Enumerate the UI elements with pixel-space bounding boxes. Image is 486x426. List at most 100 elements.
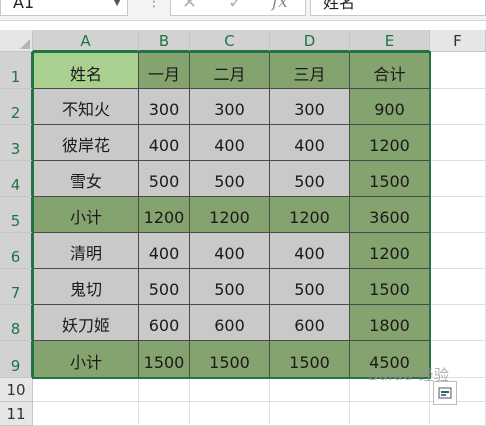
table-cell[interactable]: 小计 — [33, 341, 139, 378]
table-cell[interactable]: 500 — [190, 269, 270, 305]
row-number: 6 — [10, 248, 21, 266]
empty-cell[interactable] — [430, 305, 486, 341]
quick-analysis-icon — [438, 387, 452, 399]
formula-input[interactable]: 姓名 — [310, 0, 486, 16]
column-title-cell[interactable]: 合计 — [350, 52, 430, 89]
empty-cell[interactable] — [350, 402, 430, 426]
table-cell[interactable]: 500 — [270, 161, 350, 197]
empty-cell[interactable] — [430, 89, 486, 125]
table-cell[interactable]: 1800 — [350, 305, 430, 341]
table-cell[interactable]: 400 — [190, 125, 270, 161]
column-header-d[interactable]: D — [270, 30, 350, 52]
insert-function-button[interactable]: fx — [272, 0, 288, 12]
row-header-6[interactable]: 6 — [0, 233, 33, 269]
empty-cell[interactable] — [270, 378, 350, 402]
watermark: Baidu 经验 — [368, 366, 450, 384]
row-number: 8 — [10, 320, 21, 338]
table-cell[interactable]: 1500 — [190, 341, 270, 378]
column-header-b[interactable]: B — [139, 30, 190, 52]
empty-cell[interactable] — [33, 378, 139, 402]
column-header-f[interactable]: F — [430, 30, 486, 52]
select-all-corner[interactable] — [0, 30, 33, 52]
column-title-cell[interactable]: 二月 — [190, 52, 270, 89]
row-number: 4 — [10, 176, 21, 194]
empty-cell[interactable] — [139, 378, 190, 402]
row-number: 10 — [6, 381, 26, 399]
table-cell[interactable]: 400 — [139, 125, 190, 161]
empty-cell[interactable] — [430, 233, 486, 269]
row-header-2[interactable]: 2 — [0, 89, 33, 125]
name-box[interactable]: A1 ▼ — [0, 0, 128, 16]
chevron-down-icon[interactable]: ▼ — [113, 0, 121, 15]
table-cell[interactable]: 600 — [190, 305, 270, 341]
empty-cell[interactable] — [430, 125, 486, 161]
empty-cell[interactable] — [270, 402, 350, 426]
table-cell[interactable]: 500 — [139, 161, 190, 197]
table-cell[interactable]: 不知火 — [33, 89, 139, 125]
table-cell[interactable]: 600 — [270, 305, 350, 341]
table-cell[interactable]: 400 — [270, 125, 350, 161]
table-cell[interactable]: 清明 — [33, 233, 139, 269]
table-cell[interactable]: 300 — [270, 89, 350, 125]
empty-cell[interactable] — [430, 197, 486, 233]
empty-cell[interactable] — [33, 402, 139, 426]
row-header-4[interactable]: 4 — [0, 161, 33, 197]
table-cell[interactable]: 彼岸花 — [33, 125, 139, 161]
empty-cell[interactable] — [190, 378, 270, 402]
table-cell[interactable]: 300 — [190, 89, 270, 125]
table-cell[interactable]: 3600 — [350, 197, 430, 233]
empty-cell[interactable] — [139, 402, 190, 426]
table-cell[interactable]: 1500 — [350, 161, 430, 197]
column-header-e[interactable]: E — [350, 30, 430, 52]
row-number: 1 — [10, 68, 21, 86]
table-cell[interactable]: 1200 — [190, 197, 270, 233]
empty-cell[interactable] — [430, 402, 486, 426]
row-number: 2 — [10, 104, 21, 122]
column-title-cell[interactable]: 姓名 — [33, 52, 139, 89]
table-cell[interactable]: 1200 — [350, 233, 430, 269]
table-cell[interactable]: 400 — [190, 233, 270, 269]
table-cell[interactable]: 雪女 — [33, 161, 139, 197]
more-options-icon: ⋮ — [147, 0, 161, 10]
empty-cell[interactable] — [430, 161, 486, 197]
cancel-icon[interactable]: ✕ — [182, 0, 197, 13]
column-header-c[interactable]: C — [190, 30, 270, 52]
empty-cell[interactable] — [430, 269, 486, 305]
formula-bar: A1 ▼ ⋮ ✕ ✓ fx 姓名 — [0, 0, 486, 21]
table-cell[interactable]: 1500 — [270, 341, 350, 378]
table-cell[interactable]: 400 — [139, 233, 190, 269]
table-cell[interactable]: 500 — [270, 269, 350, 305]
table-cell[interactable]: 1200 — [139, 197, 190, 233]
column-title-cell[interactable]: 一月 — [139, 52, 190, 89]
row-header-9[interactable]: 9 — [0, 341, 33, 378]
row-header-7[interactable]: 7 — [0, 269, 33, 305]
select-all-icon — [20, 39, 30, 49]
table-cell[interactable]: 鬼切 — [33, 269, 139, 305]
row-header-5[interactable]: 5 — [0, 197, 33, 233]
empty-cell[interactable] — [430, 52, 486, 89]
table-cell[interactable]: 小计 — [33, 197, 139, 233]
row-header-8[interactable]: 8 — [0, 305, 33, 341]
enter-icon[interactable]: ✓ — [228, 0, 243, 13]
row-header-1[interactable]: 1 — [0, 52, 33, 89]
table-cell[interactable]: 300 — [139, 89, 190, 125]
table-cell[interactable]: 500 — [139, 269, 190, 305]
table-cell[interactable]: 1200 — [270, 197, 350, 233]
table-cell[interactable]: 500 — [190, 161, 270, 197]
table-cell[interactable]: 400 — [270, 233, 350, 269]
table-cell[interactable]: 1500 — [350, 269, 430, 305]
row-header-3[interactable]: 3 — [0, 125, 33, 161]
row-number: 7 — [10, 284, 21, 302]
table-cell[interactable]: 妖刀姬 — [33, 305, 139, 341]
row-header-11[interactable]: 11 — [0, 402, 33, 426]
row-number: 5 — [10, 212, 21, 230]
empty-cell[interactable] — [190, 402, 270, 426]
table-cell[interactable]: 1500 — [139, 341, 190, 378]
column-header-a[interactable]: A — [33, 30, 139, 52]
column-title-cell[interactable]: 三月 — [270, 52, 350, 89]
table-cell[interactable]: 600 — [139, 305, 190, 341]
row-number: 3 — [10, 140, 21, 158]
row-header-10[interactable]: 10 — [0, 378, 33, 402]
table-cell[interactable]: 900 — [350, 89, 430, 125]
table-cell[interactable]: 1200 — [350, 125, 430, 161]
